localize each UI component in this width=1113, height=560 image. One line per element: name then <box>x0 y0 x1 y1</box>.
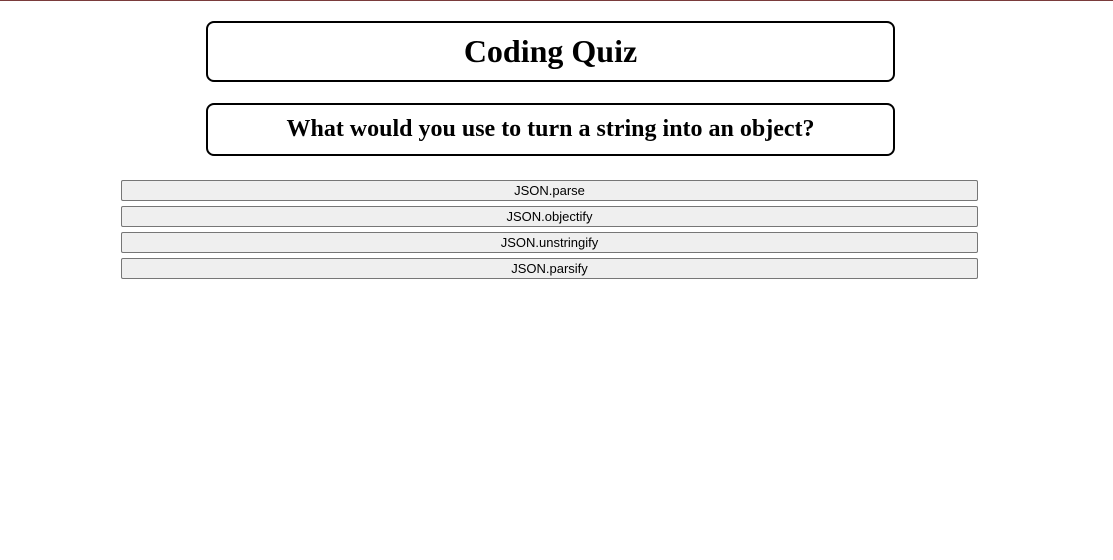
answer-button-json-unstringify[interactable]: JSON.unstringify <box>121 232 978 253</box>
title-text: Coding Quiz <box>463 33 638 69</box>
question-box: What would you use to turn a string into… <box>206 103 895 156</box>
page-title: Coding Quiz <box>206 21 895 82</box>
answer-list: JSON.parse JSON.objectify JSON.unstringi… <box>121 180 978 284</box>
answer-button-json-parsify[interactable]: JSON.parsify <box>121 258 978 279</box>
question-text: What would you use to turn a string into… <box>286 116 815 142</box>
answer-button-json-parse[interactable]: JSON.parse <box>121 180 978 201</box>
answer-button-json-objectify[interactable]: JSON.objectify <box>121 206 978 227</box>
